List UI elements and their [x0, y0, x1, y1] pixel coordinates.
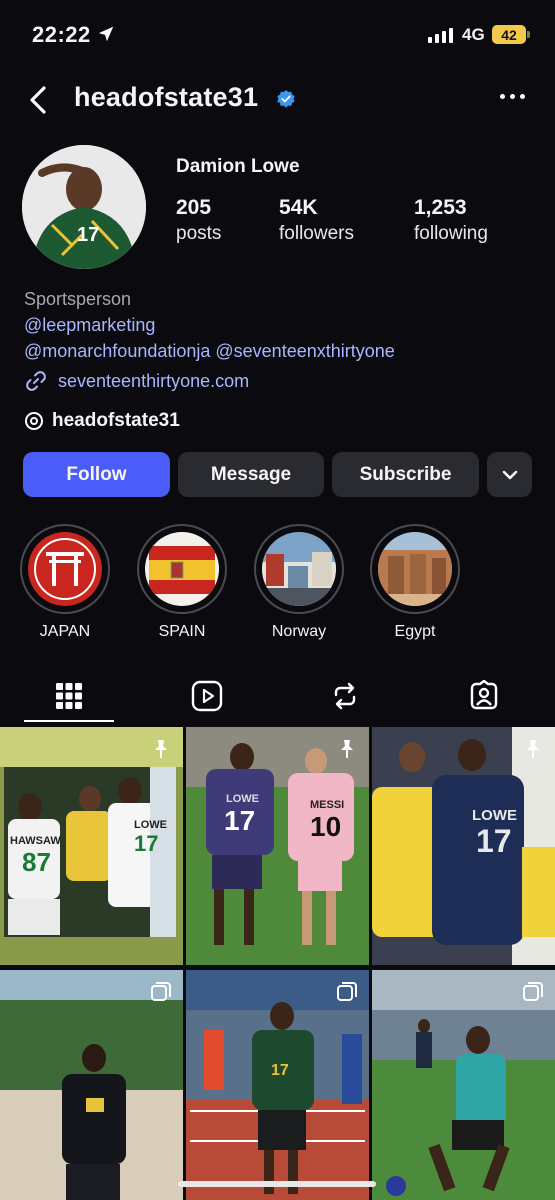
stat-followers-label: followers: [279, 223, 354, 244]
profile-header: headofstate31: [0, 78, 555, 122]
post-tile[interactable]: LOWE 17: [372, 727, 555, 965]
jersey-number: 87: [22, 847, 51, 877]
follow-button[interactable]: Follow: [23, 452, 170, 497]
status-bar: 22:22 4G 42: [0, 0, 555, 70]
post-tile[interactable]: [372, 970, 555, 1200]
jersey-name: MESSI: [310, 799, 345, 811]
highlight-japan[interactable]: JAPAN: [19, 524, 111, 641]
highlight-norway[interactable]: Norway: [253, 524, 345, 641]
stat-followers-value: 54K: [279, 196, 318, 219]
threads-handle: headofstate31: [52, 410, 180, 431]
jersey-name: LOWE: [134, 819, 167, 831]
bio-category: Sportsperson: [24, 289, 132, 309]
post-tile[interactable]: LOWE 17 MESSI 10: [186, 727, 369, 965]
stat-followers[interactable]: 54K followers: [279, 196, 354, 245]
jersey-number: 10: [310, 811, 342, 842]
jersey-number: 17: [134, 831, 159, 856]
jersey-number: 17: [271, 1062, 289, 1079]
highlight-egypt[interactable]: Egypt: [369, 524, 461, 641]
torii-gate-icon: [28, 532, 102, 606]
jersey-name: HAWSAW: [10, 835, 61, 847]
suggested-dropdown-button[interactable]: [487, 452, 532, 497]
subscribe-button[interactable]: Subscribe: [332, 452, 479, 497]
highlight-spain-label: SPAIN: [158, 623, 206, 640]
norway-street-photo: [262, 532, 336, 606]
bio-link-text: seventeenthirtyone.com: [58, 370, 250, 391]
profile-username: headofstate31: [74, 82, 259, 112]
status-time: 22:22: [32, 22, 91, 47]
tab-reposts[interactable]: [300, 668, 390, 724]
jersey-number: 17: [224, 805, 256, 836]
spain-flag-icon: [145, 532, 219, 606]
carousel-icon: [337, 982, 357, 1001]
threads-badge[interactable]: headofstate31: [24, 410, 180, 432]
post-image: [372, 727, 555, 965]
post-tile[interactable]: HAWSAW 87 LOWE 17: [0, 727, 183, 965]
highlight-norway-label: Norway: [271, 623, 327, 640]
tab-grid[interactable]: [24, 668, 114, 724]
jersey-number: 17: [476, 823, 512, 859]
more-options-icon[interactable]: [500, 94, 528, 104]
stat-following-label: following: [414, 223, 488, 244]
signal-icon: [428, 27, 453, 43]
highlight-japan-label: JAPAN: [39, 623, 91, 640]
post-tile[interactable]: 17: [186, 970, 369, 1200]
link-icon: [26, 371, 46, 391]
post-image: [372, 970, 555, 1200]
tagged-icon: [470, 680, 498, 710]
back-chevron-icon[interactable]: [26, 82, 54, 118]
svg-text:17: 17: [77, 224, 99, 246]
post-tile[interactable]: [0, 970, 183, 1200]
bio-mention-leepmarketing[interactable]: @leepmarketing: [24, 312, 395, 338]
pin-icon: [341, 740, 353, 758]
highlight-spain[interactable]: SPAIN: [136, 524, 228, 641]
egypt-temple-photo: [378, 532, 452, 606]
pin-icon: [527, 740, 539, 758]
threads-icon: [25, 412, 43, 430]
tab-tagged[interactable]: [439, 668, 529, 724]
highlight-egypt-label: Egypt: [394, 623, 436, 640]
jersey-name: LOWE: [472, 807, 517, 824]
stat-following[interactable]: 1,253 following: [414, 196, 488, 245]
reels-icon: [191, 680, 223, 712]
post-image: [0, 970, 183, 1200]
stat-posts[interactable]: 205 posts: [176, 196, 221, 245]
profile-tabs: [0, 668, 555, 724]
home-indicator[interactable]: [178, 1181, 376, 1187]
bio-mentions-line[interactable]: @monarchfoundationja @seventeenxthirtyon…: [24, 338, 395, 364]
posts-grid: HAWSAW 87 LOWE 17 LOWE 17 MESSI 10 LOWE …: [0, 727, 555, 1200]
reposts-icon: [334, 682, 356, 710]
post-image: [186, 727, 369, 965]
network-type: 4G: [462, 25, 485, 44]
avatar-image: 17: [22, 145, 146, 269]
chevron-down-icon: [502, 470, 517, 479]
profile-bio: Sportsperson @leepmarketing @monarchfoun…: [24, 286, 395, 364]
active-tab-indicator: [24, 720, 114, 722]
verified-badge-icon: [277, 90, 295, 108]
profile-full-name: Damion Lowe: [176, 156, 300, 177]
stat-posts-label: posts: [176, 223, 222, 244]
jersey-name: LOWE: [226, 793, 259, 805]
carousel-icon: [523, 982, 543, 1001]
profile-avatar[interactable]: 17: [22, 145, 146, 269]
stat-following-value: 1,253: [414, 196, 467, 219]
post-image: [186, 970, 369, 1200]
bio-link[interactable]: seventeenthirtyone.com: [24, 369, 249, 393]
stat-posts-value: 205: [176, 196, 212, 219]
battery-icon: 42: [492, 25, 530, 44]
carousel-icon: [151, 982, 171, 1001]
grid-icon: [56, 683, 82, 709]
pin-icon: [155, 740, 167, 758]
message-button[interactable]: Message: [178, 452, 324, 497]
location-arrow-icon: [98, 26, 114, 42]
tab-reels[interactable]: [162, 668, 252, 724]
